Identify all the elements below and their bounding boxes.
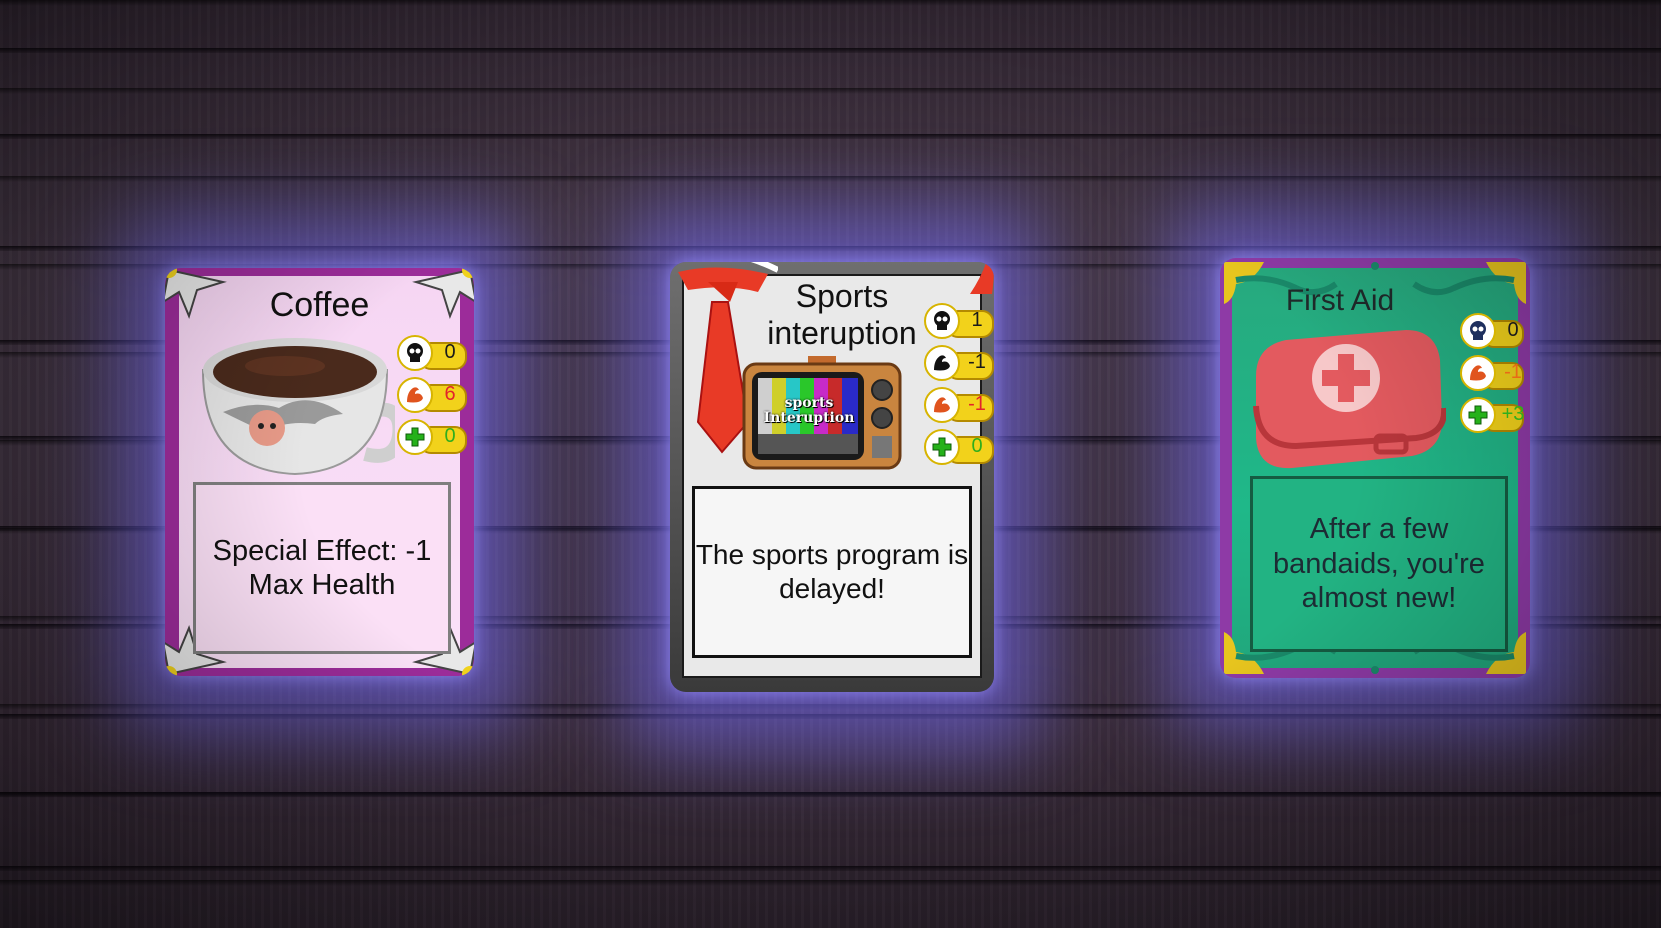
- stat-kill: 0: [1460, 313, 1524, 349]
- card-description-box: The sports program is delayed!: [692, 486, 972, 658]
- black-muscle-icon: [924, 345, 960, 381]
- plank-seam: [0, 48, 1661, 53]
- stat-column: 0 -1 +3: [1460, 313, 1524, 433]
- card-description-box: Special Effect: -1 Max Health: [193, 482, 451, 654]
- stat-health: 0: [924, 429, 994, 465]
- orange-muscle-icon: [1460, 355, 1496, 391]
- skull-icon: [1460, 313, 1496, 349]
- green-plus-icon: [1460, 397, 1496, 433]
- coffee-cup-image: [201, 338, 395, 476]
- stat-value: +3: [1501, 403, 1525, 425]
- stat-value: 0: [1507, 319, 1519, 341]
- card-title: First Aid: [1285, 284, 1395, 317]
- stat-column: 0 6 0: [397, 335, 467, 455]
- stat-health: +3: [1460, 397, 1524, 433]
- orange-muscle-icon: [924, 387, 960, 423]
- tv-screen-text: sports Interuption: [763, 395, 855, 426]
- card-title: Coffee: [269, 286, 370, 324]
- stat-value: 6: [444, 383, 456, 405]
- first-aid-kit-image: [1253, 330, 1446, 469]
- stat-value: -1: [1504, 361, 1522, 383]
- card-description: After a few bandaids, you're almost new!: [1273, 512, 1485, 615]
- stat-value: 0: [444, 341, 456, 363]
- stat-column: 1 -1 -1 0: [924, 303, 994, 465]
- stat-value: 0: [971, 435, 983, 457]
- stat-value: -1: [968, 351, 986, 373]
- red-horn-decoration: [970, 262, 994, 294]
- stat-kill: 0: [397, 335, 467, 371]
- stat-defense: -1: [924, 345, 994, 381]
- plank-seam: [0, 134, 1661, 139]
- orange-muscle-icon: [397, 377, 433, 413]
- stat-strength: -1: [924, 387, 994, 423]
- stat-value: 0: [444, 425, 456, 447]
- stat-value: 1: [971, 309, 983, 331]
- green-plus-icon: [924, 429, 960, 465]
- skull-icon: [924, 303, 960, 339]
- card-description: The sports program is delayed!: [695, 539, 969, 604]
- card-title: Sports interuption: [767, 278, 917, 351]
- card-sports-interuption[interactable]: Sports interuption sports Interuption 1: [670, 262, 994, 692]
- plank-seam: [0, 866, 1661, 871]
- stat-strength: -1: [1460, 355, 1524, 391]
- stat-strength: 6: [397, 377, 467, 413]
- stat-kill: 1: [924, 303, 994, 339]
- card-description-box: After a few bandaids, you're almost new!: [1250, 476, 1508, 652]
- green-plus-icon: [397, 419, 433, 455]
- card-description: Special Effect: -1 Max Health: [212, 534, 432, 601]
- card-first-aid[interactable]: First Aid 0 -1 +3 After a few bandaids, …: [1220, 258, 1530, 678]
- card-coffee[interactable]: Coffee 0 6 0 Special Effect: -1 Max Heal…: [165, 268, 474, 676]
- plank-seam: [0, 792, 1661, 797]
- skull-icon: [397, 335, 433, 371]
- stat-health: 0: [397, 419, 467, 455]
- stat-value: -1: [968, 393, 986, 415]
